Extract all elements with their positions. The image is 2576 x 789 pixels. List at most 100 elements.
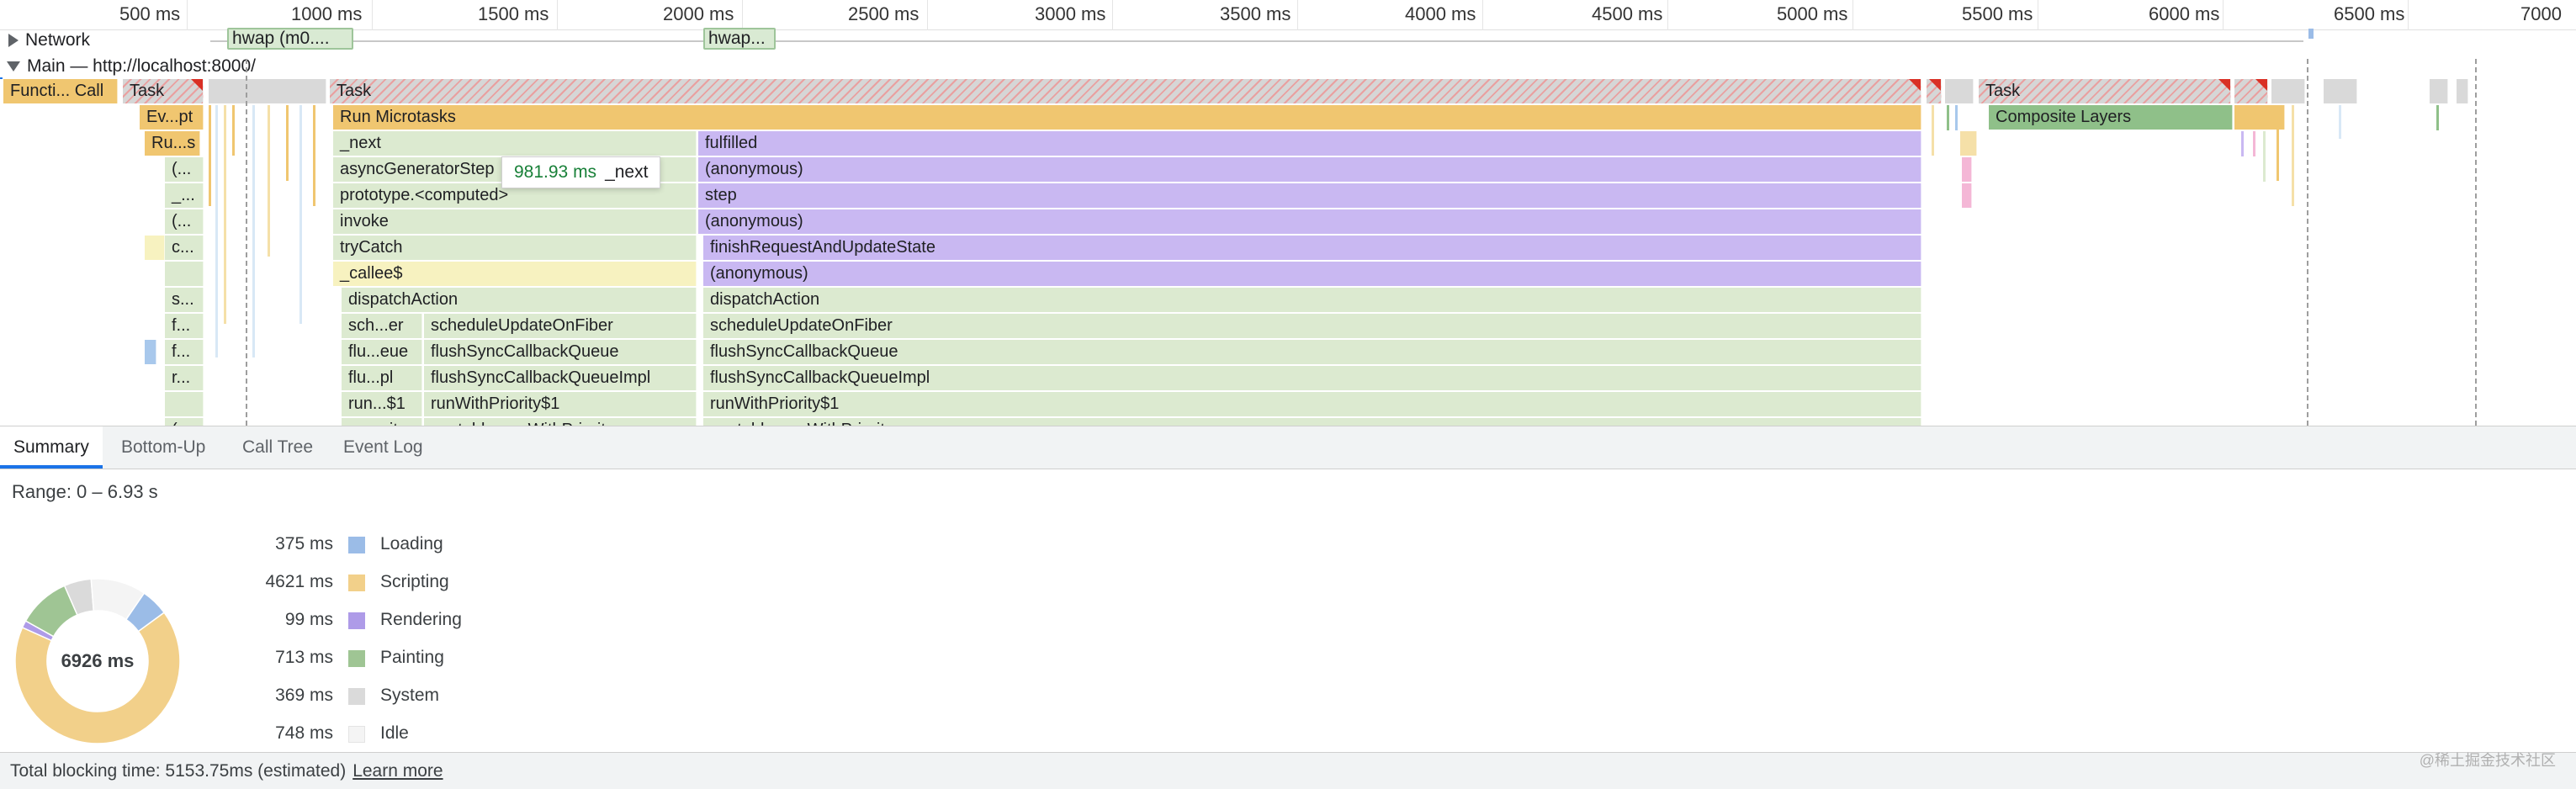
legend-value: 369 ms xyxy=(275,686,333,705)
small-event[interactable] xyxy=(1955,105,1958,130)
main-track-label: Main — http://localhost:8000/ xyxy=(27,56,256,76)
collapse-arrow-icon[interactable] xyxy=(7,61,20,72)
task-event[interactable]: Task xyxy=(1979,79,2231,103)
anonymous-event[interactable]: (anonymous) xyxy=(698,157,1921,182)
run-microtasks-event[interactable]: Ru...s xyxy=(145,131,200,156)
small-event[interactable] xyxy=(145,236,165,260)
small-event[interactable] xyxy=(2292,105,2294,206)
schedule-update-event[interactable]: scheduleUpdateOnFiber xyxy=(424,314,697,338)
schedule-update-event[interactable]: sch...er xyxy=(342,314,422,338)
anonymous-event[interactable]: (anonymous) xyxy=(698,209,1921,234)
flush-sync-queue-impl-event[interactable]: flu...pl xyxy=(342,366,422,390)
fulfilled-event[interactable]: fulfilled xyxy=(698,131,1921,156)
tab-bottom-up[interactable]: Bottom-Up xyxy=(108,426,219,469)
task-event[interactable]: Task xyxy=(123,79,204,103)
step-event[interactable]: step xyxy=(698,183,1921,208)
evaluate-script-event[interactable]: Ev...pt xyxy=(140,105,204,130)
flush-sync-queue-impl-event[interactable]: flushSyncCallbackQueueImpl xyxy=(424,366,697,390)
small-event[interactable] xyxy=(224,105,226,324)
small-event[interactable] xyxy=(2253,131,2255,156)
details-tabbar: Summary Bottom-Up Call Tree Event Log xyxy=(0,426,2576,469)
small-event[interactable] xyxy=(1962,157,1972,182)
network-request-bar[interactable]: hwap (m0.... xyxy=(227,28,353,50)
function-call-event[interactable]: Functi... Call xyxy=(3,79,118,103)
small-event[interactable] xyxy=(2263,131,2266,182)
small-event[interactable] xyxy=(2277,105,2279,181)
anonymous-event[interactable]: (... xyxy=(165,418,204,426)
main-track-header[interactable]: Main — http://localhost:8000/ xyxy=(7,54,256,79)
small-event[interactable] xyxy=(165,392,204,416)
invoke-event[interactable]: invoke xyxy=(333,209,697,234)
function-event[interactable]: r... xyxy=(165,366,204,390)
network-track-header[interactable]: Network xyxy=(8,29,90,52)
small-event[interactable] xyxy=(1962,183,1972,208)
tab-event-log[interactable]: Event Log xyxy=(330,426,437,469)
small-event[interactable] xyxy=(1947,105,1949,130)
small-event[interactable] xyxy=(252,105,255,357)
small-event[interactable] xyxy=(286,105,289,181)
task-event-small[interactable] xyxy=(2324,79,2357,103)
small-event[interactable] xyxy=(215,105,218,357)
small-event[interactable] xyxy=(299,105,302,324)
small-event[interactable] xyxy=(1932,105,1934,156)
small-event[interactable] xyxy=(232,105,235,156)
flush-sync-queue-event[interactable]: flu...eue xyxy=(342,340,422,364)
flame-chart[interactable]: Functi... Call Task Task Task Ev...pt Ru… xyxy=(0,79,2576,426)
call-event[interactable]: c... xyxy=(165,236,204,260)
schedule-update-event[interactable]: scheduleUpdateOnFiber xyxy=(703,314,1921,338)
task-event-small[interactable] xyxy=(209,79,326,103)
composite-layers-event[interactable]: Composite Layers xyxy=(1989,105,2233,130)
function-event[interactable]: f... xyxy=(165,340,204,364)
task-event-small[interactable] xyxy=(1927,79,1942,103)
finish-request-event[interactable]: finishRequestAndUpdateState xyxy=(703,236,1921,260)
small-event[interactable] xyxy=(2436,105,2439,130)
set-state-event[interactable]: s... xyxy=(165,288,204,312)
flush-sync-queue-event[interactable]: flushSyncCallbackQueue xyxy=(424,340,697,364)
run-microtasks-event[interactable]: Run Microtasks xyxy=(333,105,1921,130)
tab-call-tree[interactable]: Call Tree xyxy=(229,426,326,469)
small-event[interactable] xyxy=(268,105,270,257)
legend-label: System xyxy=(380,686,440,705)
unstable-run-with-priority-event[interactable]: uns...ity xyxy=(342,418,422,426)
network-request-bar[interactable]: hwap... xyxy=(703,28,776,50)
task-event-small[interactable] xyxy=(1945,79,1974,103)
small-event[interactable] xyxy=(145,340,156,364)
anonymous-event[interactable]: (... xyxy=(165,209,204,234)
small-event[interactable] xyxy=(165,262,204,286)
dispatch-action-event[interactable]: dispatchAction xyxy=(703,288,1921,312)
task-event-small[interactable] xyxy=(2457,79,2468,103)
run-with-priority-event[interactable]: runWithPriority$1 xyxy=(703,392,1921,416)
event-tooltip: 981.93 ms _next xyxy=(501,156,661,188)
expand-arrow-icon[interactable] xyxy=(8,34,19,48)
tab-summary[interactable]: Summary xyxy=(0,426,103,469)
function-event[interactable]: f... xyxy=(165,314,204,338)
task-event-small[interactable] xyxy=(2234,79,2268,103)
tick-line xyxy=(742,0,743,30)
generator-event[interactable]: _... xyxy=(165,183,204,208)
next-event[interactable]: _next xyxy=(333,131,697,156)
flush-sync-queue-event[interactable]: flushSyncCallbackQueue xyxy=(703,340,1921,364)
small-event[interactable] xyxy=(1960,131,1977,156)
tick-label: 4500 ms xyxy=(1592,3,1663,24)
small-event[interactable] xyxy=(313,105,315,206)
anonymous-event[interactable]: (... xyxy=(165,157,204,182)
anonymous-event[interactable]: (anonymous) xyxy=(703,262,1921,286)
unstable-run-with-priority-event[interactable]: unstable_runWithPriority xyxy=(424,418,697,426)
learn-more-link[interactable]: Learn more xyxy=(352,761,443,781)
run-with-priority-event[interactable]: runWithPriority$1 xyxy=(424,392,697,416)
task-event-small[interactable] xyxy=(2430,79,2448,103)
small-event[interactable] xyxy=(2241,131,2244,156)
run-with-priority-event[interactable]: run...$1 xyxy=(342,392,422,416)
small-event[interactable] xyxy=(2339,105,2341,139)
long-task-event[interactable]: Task xyxy=(330,79,1921,103)
time-ruler[interactable]: 500 ms 1000 ms 1500 ms 2000 ms 2500 ms 3… xyxy=(0,0,2576,30)
try-catch-event[interactable]: tryCatch xyxy=(333,236,697,260)
task-event-small[interactable] xyxy=(2271,79,2305,103)
network-request-marker[interactable] xyxy=(2308,29,2314,39)
dispatch-action-event[interactable]: dispatchAction xyxy=(342,288,697,312)
legend-value: 748 ms xyxy=(275,723,333,743)
flush-sync-queue-impl-event[interactable]: flushSyncCallbackQueueImpl xyxy=(703,366,1921,390)
unstable-run-with-priority-event[interactable]: unstable_runWithPriority xyxy=(703,418,1921,426)
small-event[interactable] xyxy=(209,105,211,206)
callee-event[interactable]: _callee$ xyxy=(333,262,697,286)
